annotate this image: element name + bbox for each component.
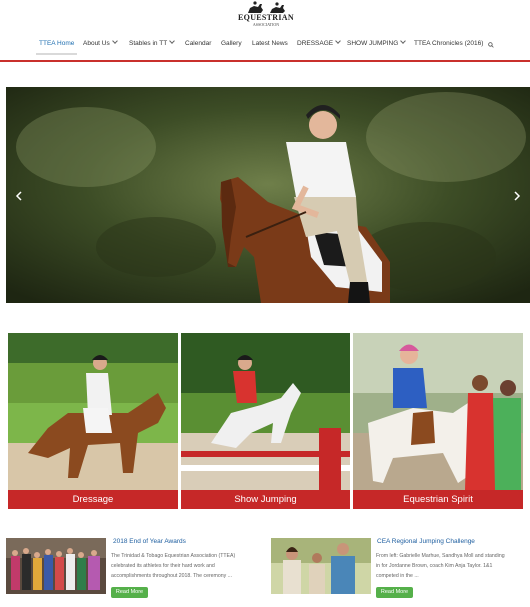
news-title[interactable]: CEA Regional Jumping Challenge (377, 538, 475, 545)
nav-item-ttea-home[interactable]: TTEA Home (35, 40, 78, 55)
chevron-down-icon (111, 38, 118, 44)
nav-item-label: TTEA Home (39, 40, 75, 47)
equestrian-spirit-image (353, 333, 523, 490)
news-excerpt: From left: Gabrielle Marhue, Sandhya Mol… (376, 551, 526, 581)
read-more-button[interactable]: Read More (376, 587, 413, 598)
nav-item-label: Calendar (185, 40, 212, 47)
dressage-image (8, 333, 178, 490)
nav-item-gallery[interactable]: Gallery (221, 40, 242, 47)
nav-item-dressage[interactable]: DRESSAGE (297, 38, 341, 47)
horse-riders-logo-icon (248, 1, 285, 13)
search-icon[interactable] (488, 42, 494, 48)
tile-equestrian-spirit[interactable]: Equestrian Spirit (353, 333, 523, 509)
nav-item-ttea-chronicles[interactable]: TTEA Chronicles (2016) (414, 40, 483, 47)
chevron-down-icon (169, 38, 176, 44)
hero-rider-image (6, 87, 530, 303)
nav-item-label: SHOW JUMPING (347, 40, 399, 47)
news-excerpt-line: celebrated its athletes for their hard w… (111, 563, 215, 569)
chevron-down-icon (400, 38, 407, 44)
news-excerpt-line: From left: Gabrielle Marhue, Sandhya Mol… (376, 553, 505, 559)
news-excerpt-line: The Trinidad & Tobago Equestrian Associa… (111, 553, 236, 559)
nav-item-label: Stables in TT (129, 40, 168, 47)
nav-item-label: About Us (83, 40, 110, 47)
nav-item-show-jumping[interactable]: SHOW JUMPING (347, 38, 407, 47)
news-thumbnail[interactable] (6, 538, 106, 594)
nav-item-stables-in-tt[interactable]: Stables in TT (129, 38, 176, 47)
chevron-left-icon[interactable] (14, 191, 24, 201)
chevron-down-icon (335, 38, 341, 44)
nav-item-label: TTEA Chronicles (2016) (414, 40, 484, 47)
news-excerpt: The Trinidad & Tobago Equestrian Associa… (111, 551, 261, 581)
main-navigation: TTEA Home About Us Stables in TT Calenda… (0, 36, 530, 56)
awards-group-photo (6, 538, 106, 594)
news-title[interactable]: 2018 End of Year Awards (113, 538, 186, 545)
news-thumbnail[interactable] (271, 538, 371, 594)
nav-item-calendar[interactable]: Calendar (185, 40, 211, 47)
nav-item-about-us[interactable]: About Us (83, 38, 118, 47)
read-more-button[interactable]: Read More (111, 587, 148, 598)
nav-item-label: Gallery (221, 40, 242, 47)
logo-wordmark: EQUESTRIAN (238, 13, 294, 22)
show-jumping-image (181, 333, 350, 490)
nav-item-label: Latest News (252, 40, 288, 47)
tile-show-jumping[interactable]: Show Jumping (181, 333, 350, 509)
news-excerpt-line: accomplishments throughout 2018. The cer… (111, 573, 233, 579)
logo-subtitle: ASSOCIATION (252, 22, 280, 27)
news-excerpt-line: competed in the ... (376, 573, 419, 579)
header-divider (0, 60, 530, 62)
jumping-challenge-photo (271, 538, 371, 594)
nav-item-latest-news[interactable]: Latest News (252, 40, 288, 47)
site-logo[interactable]: EQUESTRIAN ASSOCIATION (238, 0, 294, 30)
tile-dressage[interactable]: Dressage (8, 333, 178, 509)
nav-item-label: DRESSAGE (297, 40, 334, 47)
tile-label: Dressage (8, 490, 178, 509)
tile-label: Equestrian Spirit (353, 490, 523, 509)
tile-label: Show Jumping (181, 490, 350, 509)
news-excerpt-line: in for Jordanne Brown, coach Kim Anja Ta… (376, 563, 493, 569)
chevron-right-icon[interactable] (512, 191, 522, 201)
hero-slider[interactable] (6, 87, 530, 303)
